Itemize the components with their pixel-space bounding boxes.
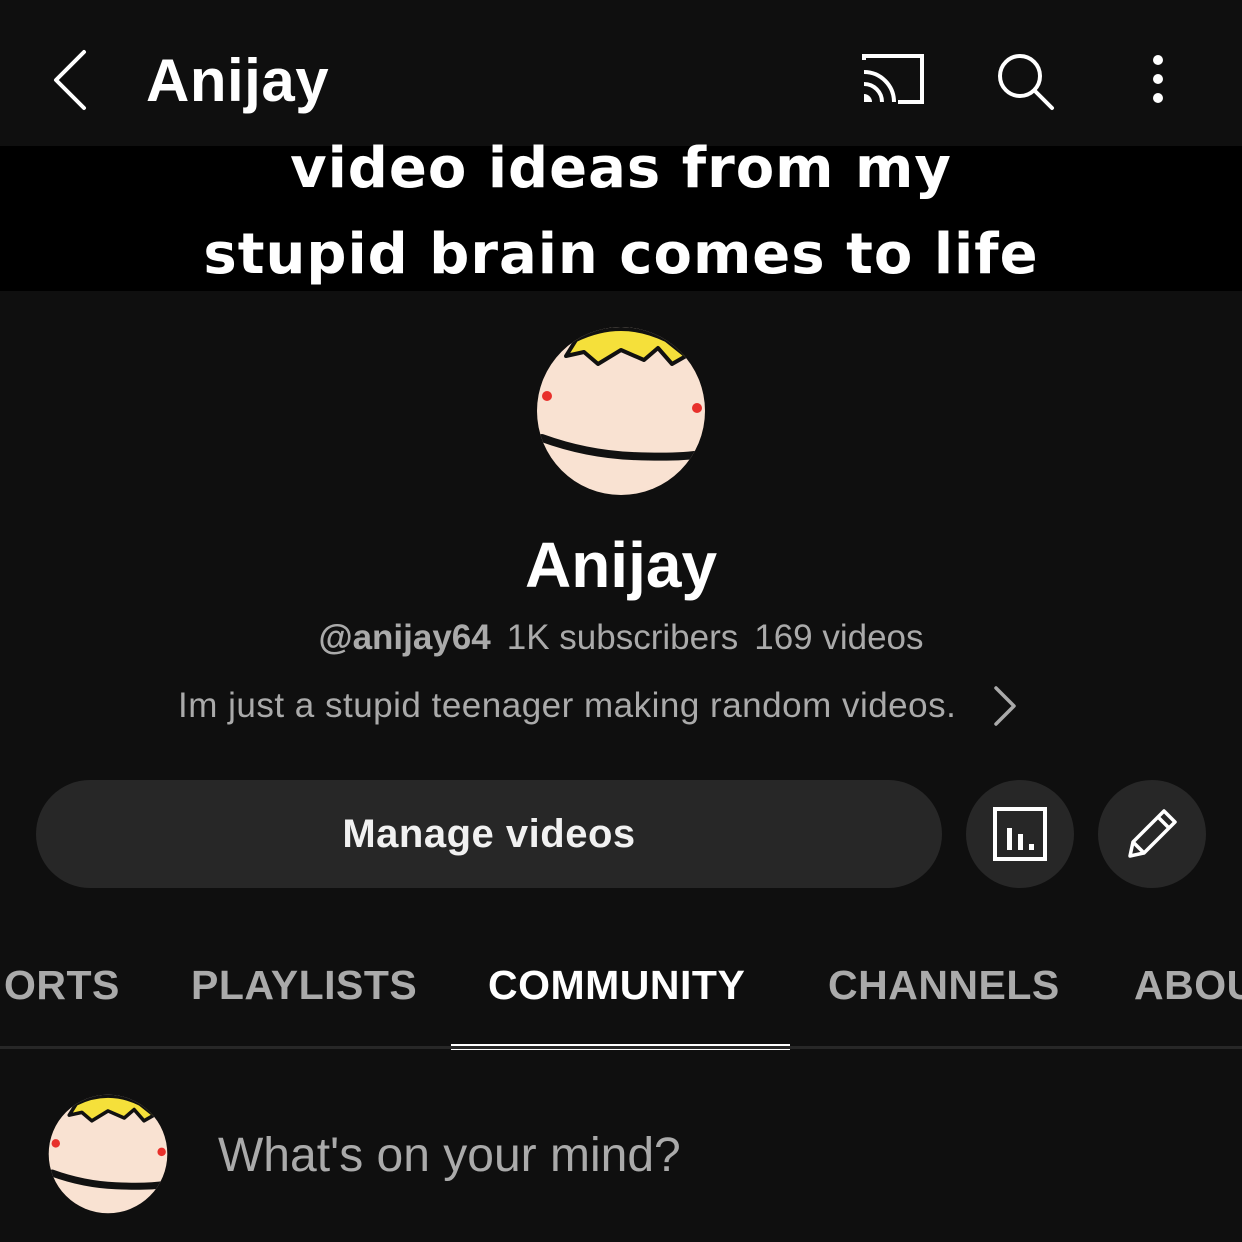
channel-avatar[interactable] <box>536 326 706 496</box>
edit-channel-button[interactable] <box>1098 780 1206 888</box>
subscriber-count: 1K subscribers <box>506 618 739 657</box>
tab-community[interactable]: COMMUNITY <box>488 962 745 1009</box>
channel-name: Anijay <box>524 529 718 601</box>
chevron-right-icon <box>994 686 1017 726</box>
video-count: 169 videos <box>754 618 924 657</box>
channel-handle: @anijay64 <box>318 618 491 657</box>
channel-tabs: ORTS PLAYLISTS COMMUNITY CHANNELS ABOU <box>0 920 1242 1050</box>
tab-about[interactable]: ABOU <box>1134 962 1242 1009</box>
pencil-icon <box>1128 809 1177 858</box>
back-button[interactable] <box>40 40 110 120</box>
composer-placeholder[interactable]: What's on your mind? <box>218 1128 681 1183</box>
tab-shorts[interactable]: ORTS <box>4 962 120 1009</box>
banner-text-line-2: stupid brain comes to life <box>203 221 1039 287</box>
manage-videos-button[interactable]: Manage videos <box>36 780 942 888</box>
more-vertical-icon <box>1153 55 1163 103</box>
search-icon <box>998 54 1054 110</box>
channel-banner: video ideas from my stupid brain comes t… <box>0 136 1242 291</box>
community-post-composer[interactable]: What's on your mind? <box>0 1050 1242 1242</box>
avatar-image <box>48 1094 168 1214</box>
tab-channels[interactable]: CHANNELS <box>828 962 1060 1009</box>
banner-text-line-1: video ideas from my <box>290 135 952 201</box>
analytics-button[interactable] <box>966 780 1074 888</box>
composer-avatar <box>48 1094 168 1214</box>
tabs-divider <box>0 1046 1242 1049</box>
analytics-icon <box>993 807 1047 861</box>
channel-page: Anijay video ideas from my stupid brain … <box>0 0 1242 1242</box>
more-options-button[interactable] <box>1130 46 1186 118</box>
search-button[interactable] <box>990 46 1062 118</box>
page-title: Anijay <box>146 47 330 114</box>
cast-icon <box>862 54 924 104</box>
top-app-bar: Anijay <box>0 0 1242 146</box>
chevron-left-icon <box>54 50 86 110</box>
cast-button[interactable] <box>858 48 930 112</box>
channel-description-link[interactable]: Im just a stupid teenager making random … <box>178 682 1018 730</box>
channel-description: Im just a stupid teenager making random … <box>178 686 957 725</box>
tab-playlists[interactable]: PLAYLISTS <box>191 962 417 1009</box>
avatar-image <box>537 327 705 495</box>
channel-meta: @anijay64 1K subscribers 169 videos <box>0 618 1242 658</box>
